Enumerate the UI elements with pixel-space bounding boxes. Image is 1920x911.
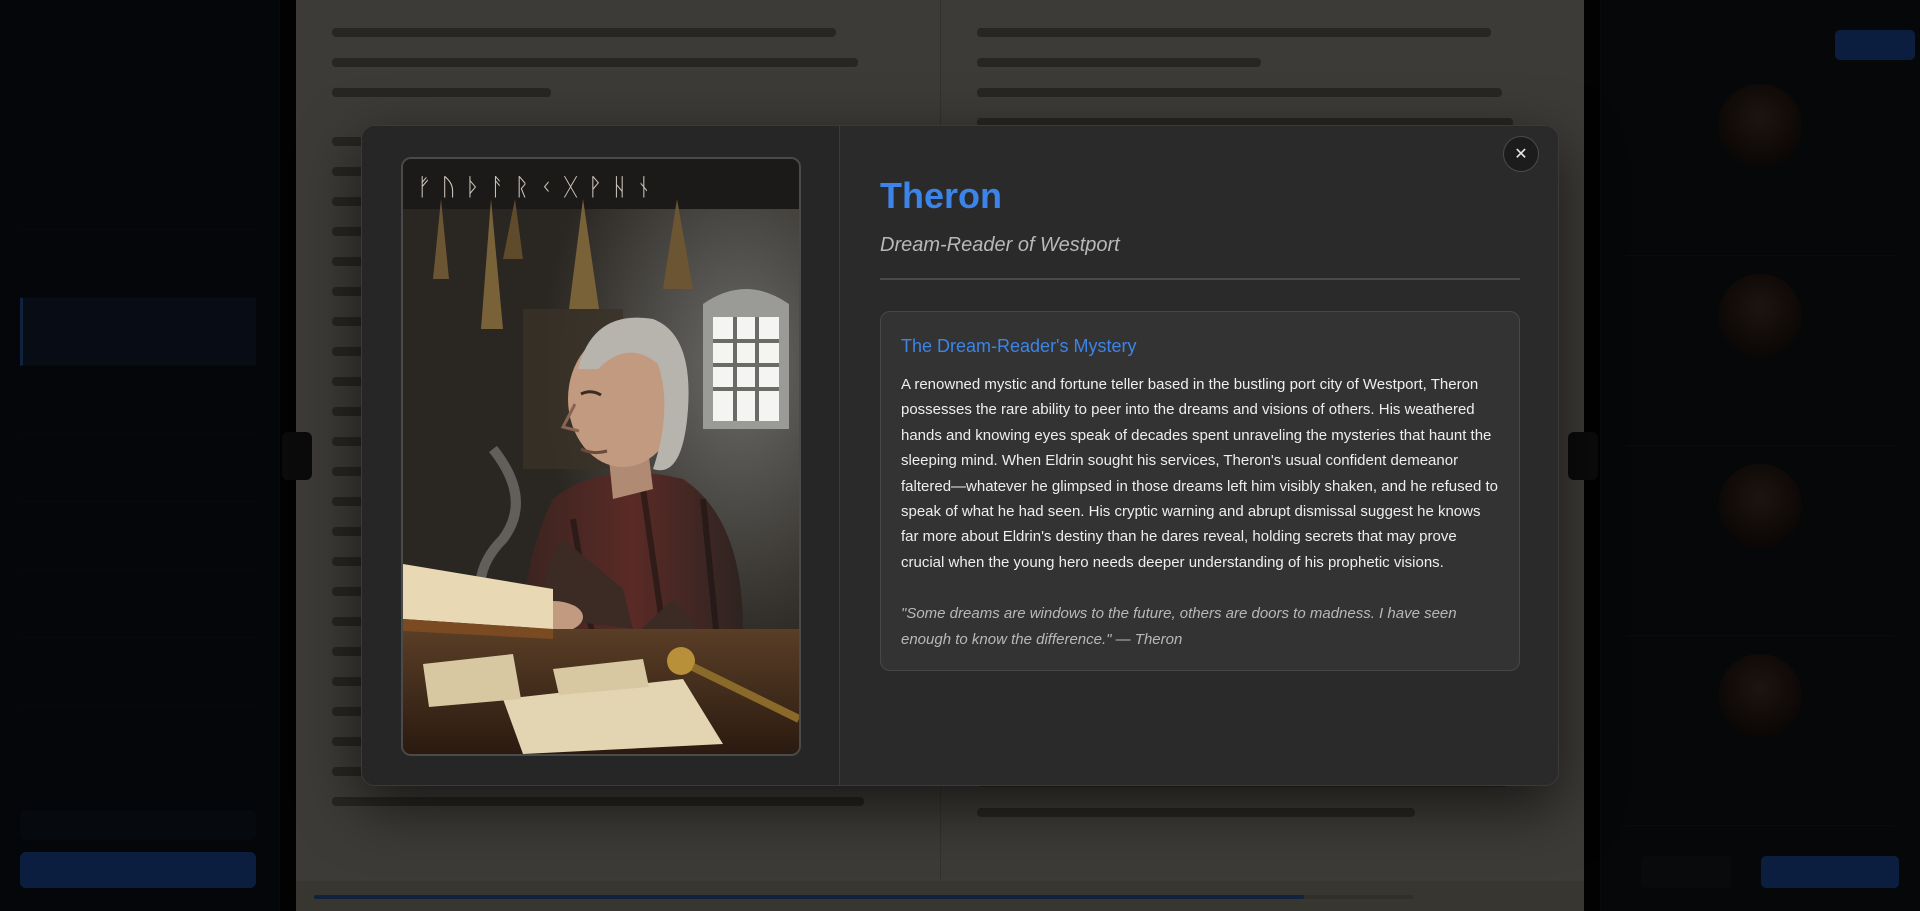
story-body: A renowned mystic and fortune teller bas… bbox=[901, 376, 1498, 571]
wall-runes: ᚠᚢᚦᚨᚱᚲᚷᚹᚺᚾ bbox=[417, 173, 661, 201]
app-root: ᚠᚢᚦᚨᚱᚲᚷᚹᚺᚾ ✕ Theron Dream-Reader of West… bbox=[0, 0, 1920, 911]
portrait-illustration: ᚠᚢᚦᚨᚱᚲᚷᚹᚺᚾ bbox=[403, 159, 799, 754]
character-quote: "Some dreams are windows to the future, … bbox=[901, 605, 1457, 648]
divider bbox=[880, 278, 1520, 280]
character-modal: ᚠᚢᚦᚨᚱᚲᚷᚹᚺᚾ ✕ Theron Dream-Reader of West… bbox=[361, 125, 1559, 786]
story-heading: The Dream-Reader's Mystery bbox=[901, 336, 1137, 356]
character-portrait: ᚠᚢᚦᚨᚱᚲᚷᚹᚺᚾ bbox=[401, 157, 801, 756]
character-title: Theron bbox=[880, 175, 1002, 216]
character-subtitle: Dream-Reader of Westport bbox=[880, 234, 1120, 256]
character-info-pane: Theron Dream-Reader of Westport The Drea… bbox=[880, 126, 1520, 785]
story-box: The Dream-Reader's Mystery A renowned my… bbox=[880, 311, 1520, 671]
portrait-pane: ᚠᚢᚦᚨᚱᚲᚷᚹᚺᚾ bbox=[362, 126, 840, 785]
